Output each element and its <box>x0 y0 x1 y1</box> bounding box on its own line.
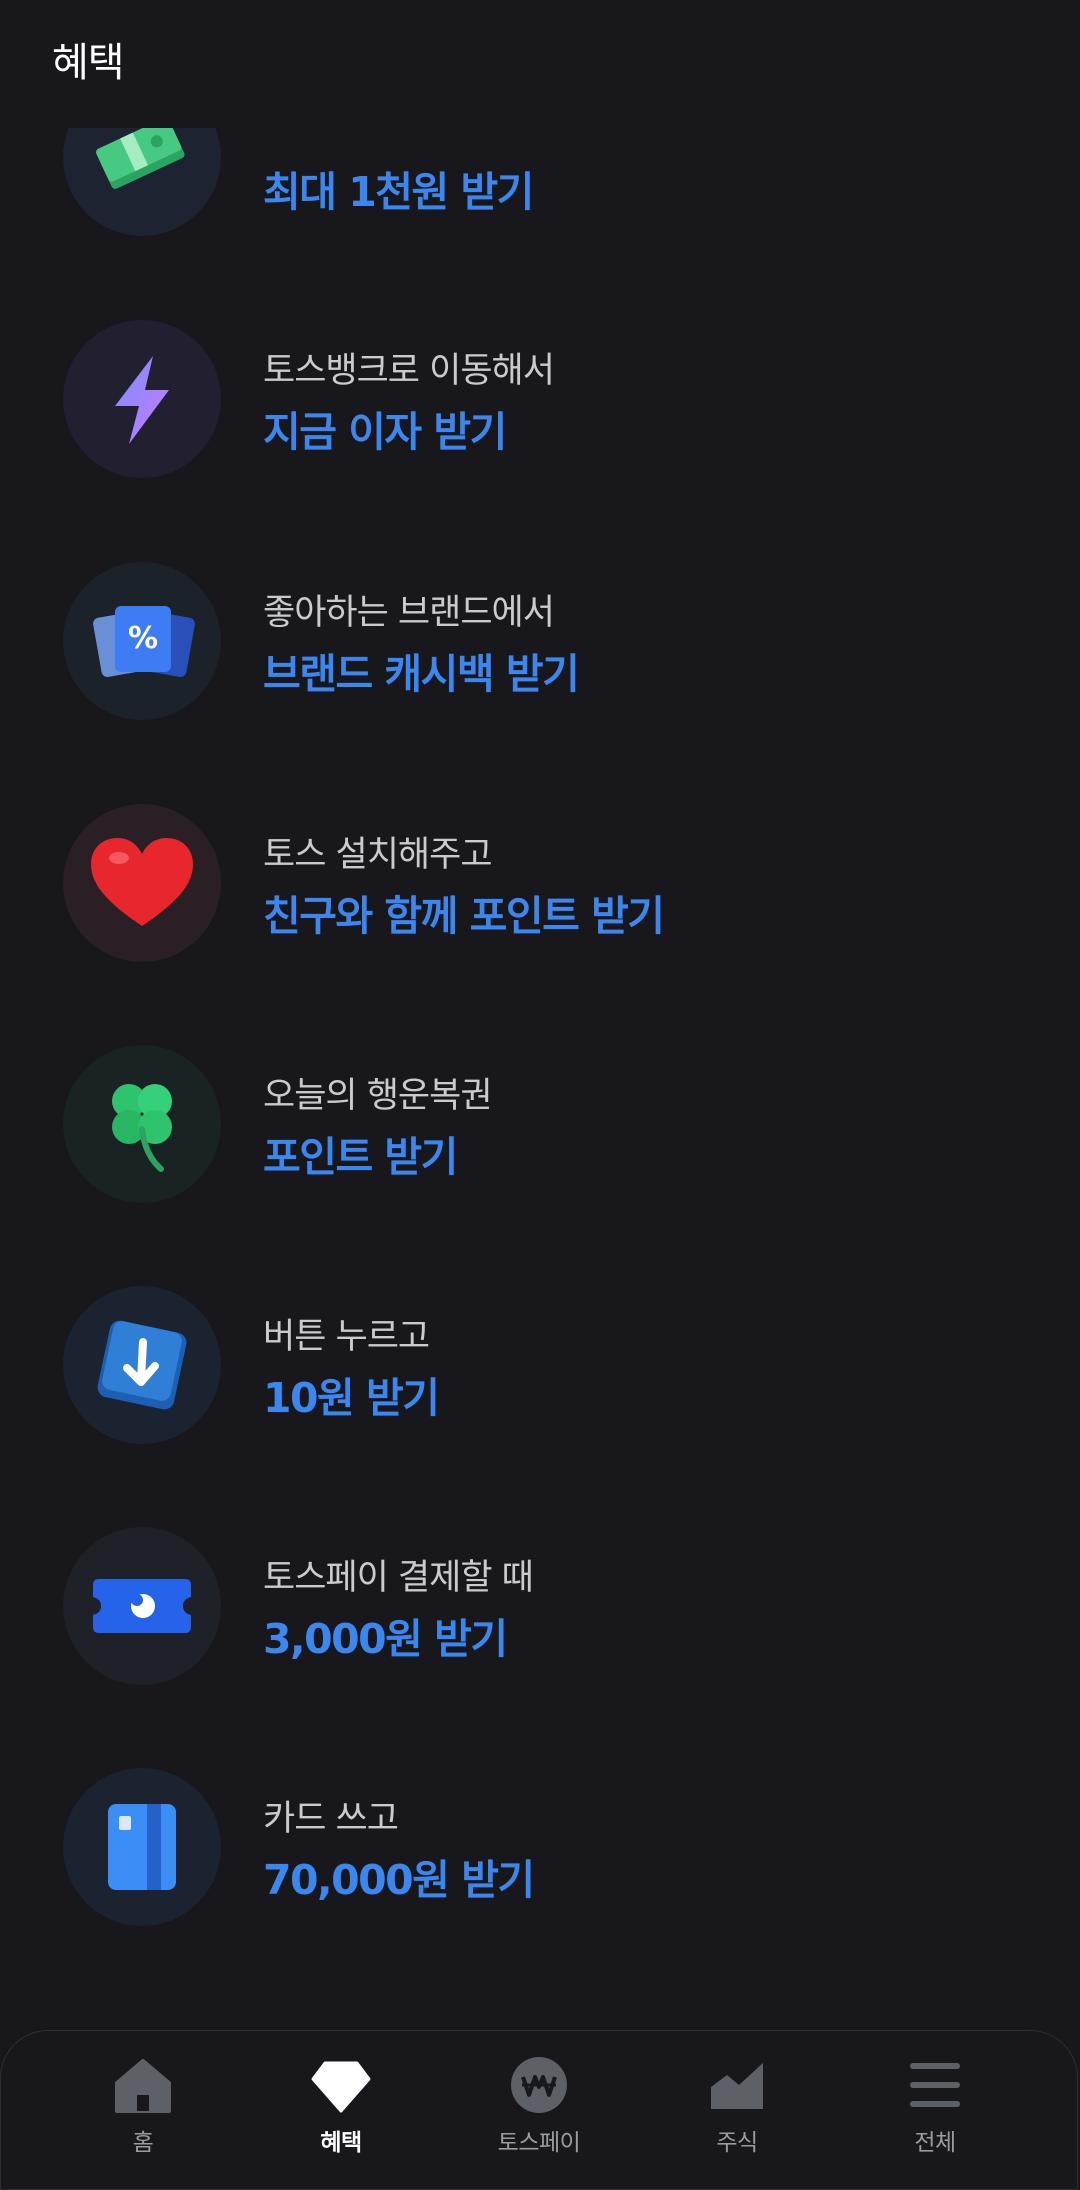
page-header: 혜택 <box>0 0 1080 128</box>
bottom-tab-bar: 홈 혜택 토스페이 주식 전체 <box>0 2030 1078 2190</box>
won-coin-icon <box>511 2057 567 2113</box>
benefit-title: 브랜드 캐시백 받기 <box>263 650 580 698</box>
home-icon <box>115 2059 171 2113</box>
benefit-subtitle: 토스페이 결제할 때 <box>263 1558 534 1598</box>
benefit-icon-circle <box>63 1527 221 1685</box>
tab-tosspay[interactable]: 토스페이 <box>469 2055 609 2165</box>
benefit-subtitle: 버튼 누르고 <box>263 1317 430 1357</box>
tab-label: 홈 <box>132 2130 154 2156</box>
page-title: 혜택 <box>52 40 125 86</box>
ticket-icon <box>93 1579 191 1633</box>
benefit-subtitle: 오늘의 행운복권 <box>263 1076 493 1116</box>
benefit-item-interest[interactable]: 토스뱅크로 이동해서 지금 이자 받기 <box>0 320 1080 480</box>
chart-icon <box>711 2063 763 2109</box>
tab-benefits[interactable]: 혜택 <box>271 2055 411 2165</box>
benefit-title: 10원 받기 <box>263 1374 440 1422</box>
tab-all[interactable]: 전체 <box>865 2055 1005 2165</box>
benefit-list: 최대 1천원 받기 토스뱅크로 이동해서 지금 이자 받기 % 좋아하는 브랜드… <box>0 0 1080 2020</box>
benefit-icon-circle: % <box>63 562 221 720</box>
svg-text:%: % <box>128 621 158 656</box>
benefit-item-invite[interactable]: 토스 설치해주고 친구와 함께 포인트 받기 <box>0 804 1080 964</box>
tab-label: 주식 <box>716 2130 758 2156</box>
benefit-icon-circle <box>63 320 221 478</box>
benefit-title: 3,000원 받기 <box>263 1615 508 1663</box>
diamond-icon <box>311 2061 371 2113</box>
benefit-subtitle: 토스 설치해주고 <box>263 835 493 875</box>
percent-card-icon: % <box>93 606 195 677</box>
benefit-item-lottery[interactable]: 오늘의 행운복권 포인트 받기 <box>0 1045 1080 1205</box>
benefit-icon-circle <box>63 1286 221 1444</box>
tab-stocks[interactable]: 주식 <box>667 2055 807 2165</box>
benefit-item-brand-cashback[interactable]: % 좋아하는 브랜드에서 브랜드 캐시백 받기 <box>0 562 1080 722</box>
tab-label: 토스페이 <box>497 2130 581 2156</box>
benefit-icon-circle <box>63 804 221 962</box>
benefit-icon-circle <box>63 1045 221 1203</box>
benefit-title: 포인트 받기 <box>263 1133 458 1181</box>
benefit-title: 친구와 함께 포인트 받기 <box>263 892 665 940</box>
benefit-icon-circle <box>63 1768 221 1926</box>
tab-label: 혜택 <box>320 2130 362 2156</box>
lightning-icon <box>115 356 169 444</box>
tab-home[interactable]: 홈 <box>73 2055 213 2165</box>
menu-icon <box>910 2063 960 2107</box>
card-icon <box>108 1804 176 1890</box>
heart-icon <box>91 838 193 926</box>
benefit-title: 70,000원 받기 <box>263 1856 535 1904</box>
benefit-subtitle: 좋아하는 브랜드에서 <box>263 593 555 633</box>
tab-label: 전체 <box>914 2130 956 2156</box>
benefit-title: 지금 이자 받기 <box>263 408 507 456</box>
benefit-subtitle: 토스뱅크로 이동해서 <box>263 351 555 391</box>
down-arrow-button-icon <box>97 1320 187 1410</box>
benefit-item-card[interactable]: 카드 쓰고 70,000원 받기 <box>0 1768 1080 1928</box>
benefit-item-button[interactable]: 버튼 누르고 10원 받기 <box>0 1286 1080 1446</box>
benefit-subtitle: 카드 쓰고 <box>263 1799 399 1839</box>
clover-icon <box>112 1084 172 1172</box>
benefit-title: 최대 1천원 받기 <box>263 168 534 216</box>
benefit-item-tosspay[interactable]: 토스페이 결제할 때 3,000원 받기 <box>0 1527 1080 1687</box>
